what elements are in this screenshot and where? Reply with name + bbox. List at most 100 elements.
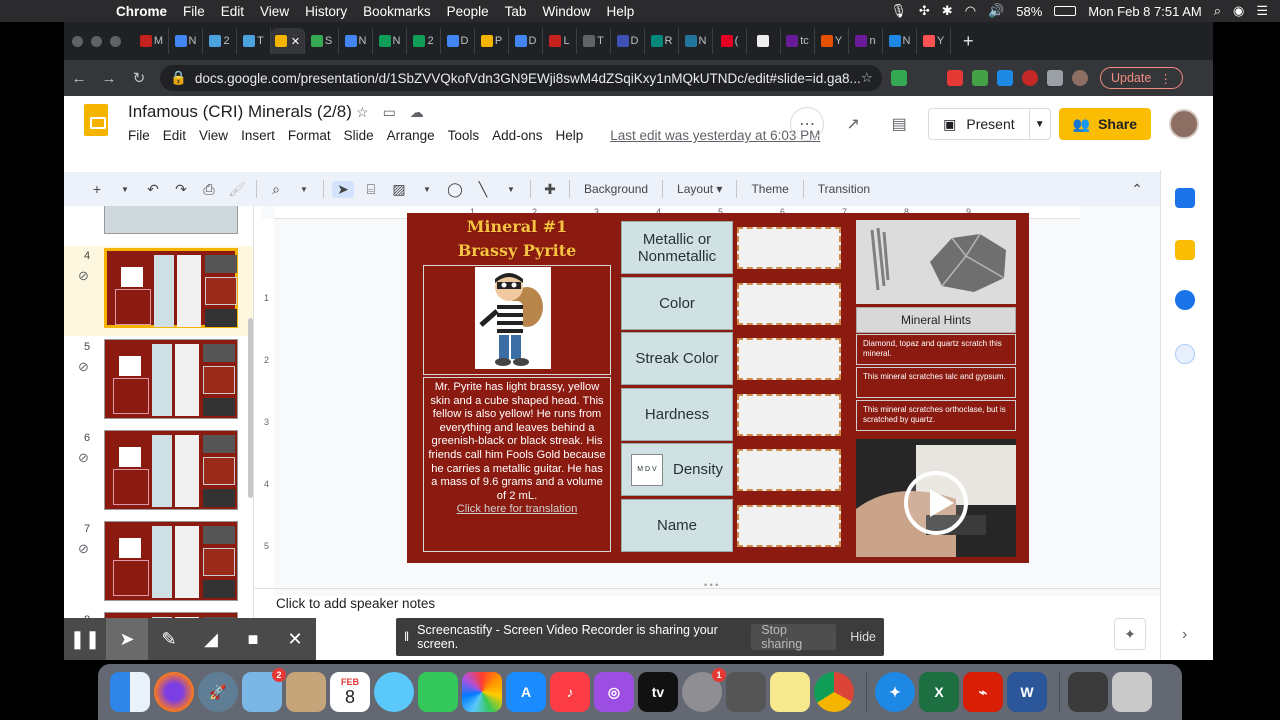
pyrite-streak-photo[interactable]	[856, 220, 1016, 304]
browser-tab[interactable]: tc	[781, 28, 815, 54]
browser-tab[interactable]: S	[305, 28, 339, 54]
browser-tab-active[interactable]: ✕	[271, 28, 305, 54]
contacts-icon[interactable]	[286, 672, 326, 712]
answer-box[interactable]	[737, 393, 841, 436]
meeting-icon[interactable]: ⋯	[790, 107, 825, 141]
slide-thumbnail[interactable]: 6 ⊘	[64, 428, 253, 518]
system-preferences-icon[interactable]: 1	[682, 668, 726, 712]
property-label[interactable]: Color	[621, 276, 733, 330]
battery-percent[interactable]: 58%	[1016, 4, 1042, 19]
stickies-icon[interactable]	[770, 672, 810, 712]
filmstrip-scrollbar[interactable]	[248, 318, 253, 498]
slides-logo-icon[interactable]	[84, 104, 108, 136]
chrome-icon[interactable]	[814, 672, 854, 712]
answer-box[interactable]	[737, 504, 841, 547]
trash-icon[interactable]	[1112, 672, 1152, 712]
menu-file[interactable]: File	[183, 4, 205, 19]
tasks-icon[interactable]	[1175, 290, 1195, 310]
url-input[interactable]: 🔒 docs.google.com/presentation/d/1SbZVVQ…	[160, 65, 882, 91]
finder-icon[interactable]	[110, 672, 150, 712]
microphone-icon[interactable]: 🎙	[890, 3, 907, 19]
hint-box[interactable]: Diamond, topaz and quartz scratch this m…	[856, 334, 1016, 365]
extension-record-icon[interactable]	[1022, 70, 1038, 86]
scratch-test-video[interactable]	[856, 439, 1016, 557]
app-menu-chrome[interactable]: Chrome	[116, 4, 167, 19]
close-tab-icon[interactable]: ✕	[291, 35, 300, 48]
speaker-notes[interactable]: Click to add speaker notes	[276, 596, 435, 611]
calendar-icon[interactable]	[1175, 188, 1195, 208]
browser-tab[interactable]: N	[339, 28, 373, 54]
app-store-icon[interactable]: A	[506, 672, 546, 712]
browser-tab[interactable]: P	[475, 28, 509, 54]
layout-button[interactable]: Layout ▾	[677, 182, 722, 196]
slide-thumbnail[interactable]: 4 ⊘	[64, 246, 253, 336]
close-icon[interactable]: ✕	[274, 618, 316, 660]
play-icon[interactable]	[904, 471, 968, 535]
docs-menu-file[interactable]: File	[128, 128, 150, 143]
docs-menu-format[interactable]: Format	[288, 128, 331, 143]
pointer-icon[interactable]: ➤	[106, 618, 148, 660]
add-comment-icon[interactable]: ✚	[539, 181, 561, 198]
menu-view[interactable]: View	[260, 4, 289, 19]
safari-icon[interactable]: ✦	[875, 672, 915, 712]
docs-menu-insert[interactable]: Insert	[241, 128, 275, 143]
text-box-icon[interactable]: ⌸	[360, 181, 382, 198]
excel-icon[interactable]: X	[919, 672, 959, 712]
theme-button[interactable]: Theme	[751, 182, 788, 196]
slide-thumbnail[interactable]: 5 ⊘	[64, 337, 253, 427]
line-dropdown-icon[interactable]: ▼	[500, 185, 522, 194]
extension-sheets-icon[interactable]	[891, 70, 907, 86]
account-avatar[interactable]	[1169, 109, 1199, 139]
document-title[interactable]: Infamous (CRI) Minerals (2/8)	[128, 102, 352, 122]
browser-tab[interactable]: Y	[815, 28, 849, 54]
menu-edit[interactable]: Edit	[221, 4, 244, 19]
hint-box[interactable]: This mineral scratches talc and gypsum.	[856, 367, 1016, 398]
acrobat-icon[interactable]: ⌁	[963, 672, 1003, 712]
browser-tab[interactable]: 2	[203, 28, 237, 54]
share-button[interactable]: 👥 Share	[1058, 108, 1151, 140]
property-label[interactable]: Metallic or Nonmetallic	[621, 221, 733, 274]
last-edit-link[interactable]: Last edit was yesterday at 6:03 PM	[610, 128, 820, 143]
sharing-pause-icon[interactable]: ‖	[404, 630, 409, 644]
lock-icon[interactable]: 🔒	[170, 70, 187, 86]
siri-icon[interactable]: ◉	[1233, 3, 1244, 19]
browser-tab[interactable]: N	[169, 28, 203, 54]
present-button[interactable]: ▣ Present ▼	[928, 108, 1051, 140]
browser-tab[interactable]: T	[577, 28, 611, 54]
vertical-ruler[interactable]: 1 2 3 4 5	[262, 219, 274, 609]
paint-format-icon[interactable]: 🖌	[226, 181, 248, 198]
forward-icon[interactable]: →	[94, 70, 124, 87]
voice-icon[interactable]	[1175, 344, 1195, 364]
browser-tab[interactable]: N	[679, 28, 713, 54]
back-icon[interactable]: ←	[64, 70, 94, 87]
shape-icon[interactable]: ◯	[444, 181, 466, 198]
extensions-puzzle-icon[interactable]	[1047, 70, 1063, 86]
browser-tab[interactable]: N	[373, 28, 407, 54]
notes-resize-handle[interactable]: • • •	[704, 580, 718, 590]
property-label[interactable]: Streak Color	[621, 332, 733, 385]
browser-tab[interactable]: R	[645, 28, 679, 54]
answer-box[interactable]	[737, 449, 841, 491]
browser-tab[interactable]: L	[543, 28, 577, 54]
menu-window[interactable]: Window	[542, 4, 590, 19]
docs-menu-help[interactable]: Help	[555, 128, 583, 143]
slide-thumbnail[interactable]: 7 ⊘	[64, 519, 253, 609]
collapse-toolbar-icon[interactable]: ⌃	[1126, 181, 1148, 198]
zoom-dropdown-icon[interactable]: ▼	[293, 185, 315, 194]
eraser-icon[interactable]: ◢	[190, 618, 232, 660]
keep-icon[interactable]	[1175, 240, 1195, 260]
extension-shield-icon[interactable]	[997, 70, 1013, 86]
spotlight-icon[interactable]: ⌕	[1214, 3, 1221, 19]
property-label[interactable]: M D V Density	[621, 443, 733, 496]
docs-menu-addons[interactable]: Add-ons	[492, 128, 542, 143]
slide-title[interactable]: Mineral #1 Brassy Pyrite	[427, 215, 607, 263]
transition-button[interactable]: Transition	[818, 182, 870, 196]
browser-tab[interactable]	[747, 28, 781, 54]
firefox-icon[interactable]	[154, 672, 194, 712]
control-center-icon[interactable]: ☰	[1256, 3, 1268, 19]
pen-icon[interactable]: ✎	[148, 618, 190, 660]
move-folder-icon[interactable]: ▭	[383, 104, 396, 121]
redo-icon[interactable]: ↷	[170, 181, 192, 198]
slide-thumbnail-3-partial[interactable]	[64, 206, 253, 242]
select-cursor-icon[interactable]: ➤	[332, 180, 354, 198]
